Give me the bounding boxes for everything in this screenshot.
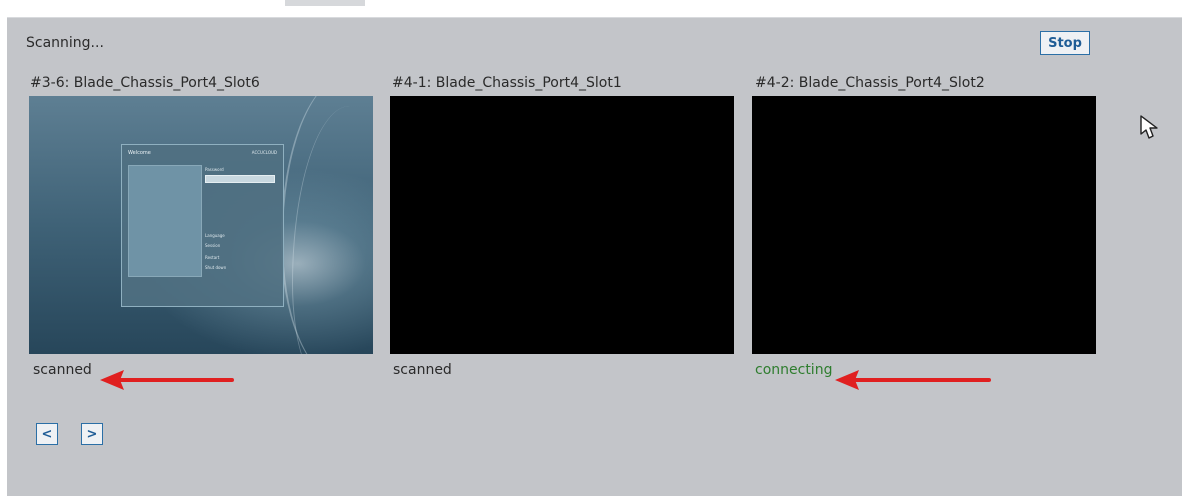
slot-thumbnail[interactable]: [752, 96, 1096, 354]
user-list-panel: [128, 165, 202, 277]
red-annotation-arrow-icon: [835, 370, 991, 390]
slot-status: scanned: [393, 362, 452, 378]
login-window-title: Welcome: [128, 150, 151, 156]
arrow-pointer-icon: [1140, 115, 1158, 139]
login-option: Shut down: [205, 265, 227, 270]
slot-thumbnail[interactable]: Welcome ACCUCLOUD Password Language Sess…: [29, 96, 373, 354]
slot-title: #4-1: Blade_Chassis_Port4_Slot1: [392, 75, 622, 91]
slot-thumbnail[interactable]: [390, 96, 734, 354]
login-option: Restart: [205, 255, 220, 260]
slot-status: connecting: [755, 362, 833, 378]
scan-status-text: Scanning...: [26, 35, 104, 51]
login-window-brand: ACCUCLOUD: [251, 150, 277, 155]
login-option: Session: [205, 243, 221, 248]
prev-page-button[interactable]: <: [36, 423, 58, 445]
slot-status: scanned: [33, 362, 92, 378]
stop-button[interactable]: Stop: [1040, 31, 1090, 55]
red-annotation-arrow-icon: [100, 370, 234, 390]
login-window-thumbnail: Welcome ACCUCLOUD Password Language Sess…: [121, 144, 284, 307]
login-option: Language: [205, 233, 225, 238]
slot-title: #4-2: Blade_Chassis_Port4_Slot2: [755, 75, 985, 91]
password-field: [205, 175, 275, 183]
slot-title: #3-6: Blade_Chassis_Port4_Slot6: [30, 75, 260, 91]
top-divider: [285, 0, 365, 6]
password-label: Password: [205, 167, 224, 172]
next-page-button[interactable]: >: [81, 423, 103, 445]
